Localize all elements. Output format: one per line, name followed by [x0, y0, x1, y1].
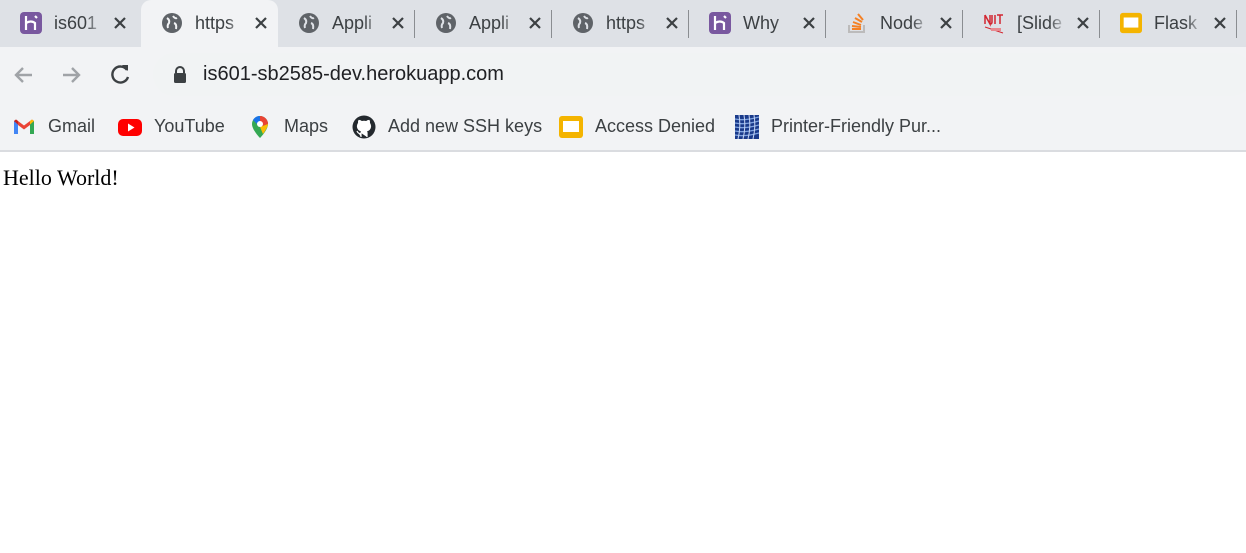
hello-world-text: Hello World!: [3, 165, 119, 190]
tab-separator: [1236, 10, 1237, 38]
bookmark-label: Gmail: [48, 116, 96, 136]
github-icon: [352, 115, 376, 139]
close-icon[interactable]: [660, 11, 684, 35]
tab-title: Node: [880, 13, 930, 34]
forward-icon[interactable]: [57, 61, 85, 89]
njit-icon: [983, 12, 1005, 34]
tab-appli-1[interactable]: Appli: [278, 0, 415, 47]
close-icon[interactable]: [934, 11, 958, 35]
tab-title: Flask: [1154, 13, 1204, 34]
globe-icon: [573, 13, 593, 33]
tab-slides-flask[interactable]: Flask: [1100, 0, 1237, 47]
gmail-icon: [14, 119, 34, 134]
bookmark-label: Access Denied: [595, 116, 716, 136]
address-bar[interactable]: is601-sb2585-dev.herokuapp.com: [153, 53, 1246, 96]
globe-icon: [299, 13, 319, 33]
reload-icon[interactable]: [106, 61, 134, 89]
youtube-icon: [118, 119, 142, 136]
tab-appli-2[interactable]: Appli: [415, 0, 552, 47]
tab-title: https: [606, 13, 656, 34]
tab-https-2[interactable]: https: [552, 0, 689, 47]
tab-stackoverflow-node[interactable]: Node: [826, 0, 963, 47]
google-slides-icon: [559, 116, 583, 138]
close-icon[interactable]: [1071, 11, 1095, 35]
tab-title: [Slide: [1017, 13, 1067, 34]
globe-icon: [162, 13, 182, 33]
google-slides-icon: [1120, 12, 1142, 34]
tab-title: Appli: [469, 13, 519, 34]
tab-title: Appli: [332, 13, 382, 34]
united-icon: [735, 115, 759, 139]
close-icon[interactable]: [386, 11, 410, 35]
heroku-icon: [20, 12, 42, 34]
lock-icon[interactable]: [173, 66, 187, 83]
globe-icon: [436, 13, 456, 33]
close-icon[interactable]: [797, 11, 821, 35]
close-icon[interactable]: [523, 11, 547, 35]
tab-title: https: [195, 13, 245, 34]
close-icon[interactable]: [1208, 11, 1232, 35]
tab-heroku-why[interactable]: Why: [689, 0, 826, 47]
bookmark-label: Add new SSH keys: [388, 116, 543, 136]
tab-title: Why: [743, 13, 793, 34]
tab-strip: is601 https Appli Appli https Why Node […: [0, 0, 1246, 47]
tab-https-active[interactable]: https: [141, 0, 278, 47]
stackoverflow-icon: [848, 13, 865, 33]
tab-title: is601: [54, 13, 104, 34]
back-icon[interactable]: [10, 61, 38, 89]
close-icon[interactable]: [249, 11, 273, 35]
bookmark-label: Printer-Friendly Pur...: [771, 116, 942, 136]
heroku-icon: [709, 12, 731, 34]
url-text[interactable]: is601-sb2585-dev.herokuapp.com: [203, 63, 504, 86]
close-icon[interactable]: [108, 11, 132, 35]
bookmarks-bar: Gmail YouTube Maps Add new SSH keys Acce…: [0, 103, 1246, 152]
maps-icon: [252, 115, 268, 138]
tab-heroku-is601[interactable]: is601: [0, 0, 139, 47]
page-content: Hello World!: [0, 152, 1246, 553]
toolbar: is601-sb2585-dev.herokuapp.com: [0, 47, 1246, 103]
tab-njit-slide[interactable]: [Slide: [963, 0, 1100, 47]
bookmark-label: YouTube: [154, 116, 225, 136]
bookmark-label: Maps: [284, 116, 329, 136]
